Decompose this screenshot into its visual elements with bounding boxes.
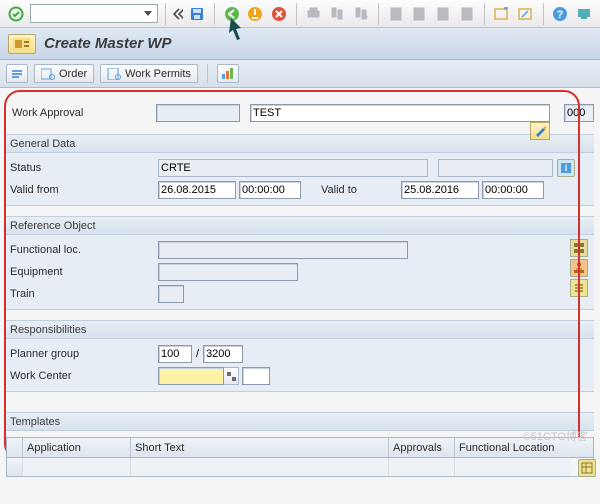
hierarchy-icon[interactable] (570, 259, 588, 277)
section-reference-object: Reference Object Functional loc. Equipme… (6, 216, 594, 310)
valid-from-label: Valid from (6, 184, 158, 196)
annotation-arrow (228, 15, 256, 43)
cancel-ball-icon[interactable] (269, 4, 289, 24)
col-application[interactable]: Application (23, 438, 131, 457)
train-field[interactable] (158, 285, 184, 303)
templates-table: Application Short Text Approvals Functio… (6, 437, 594, 477)
list-icon[interactable] (570, 279, 588, 297)
last-page-icon (457, 4, 477, 24)
order-label: Order (59, 68, 87, 80)
new-session-icon[interactable] (492, 4, 512, 24)
structure-icon[interactable] (570, 239, 588, 257)
planner-group-label: Planner group (6, 348, 158, 360)
application-toolbar: Order Work Permits (0, 60, 600, 88)
form-area: Work Approval TEST 000 General Data Stat… (0, 88, 600, 502)
responsibilities-title: Responsibilities (6, 320, 594, 339)
valid-from-time-field[interactable]: 00:00:00 (239, 181, 301, 199)
reference-object-title: Reference Object (6, 216, 594, 235)
page-title-bar: Create Master WP (0, 28, 600, 60)
status-field: CRTE (158, 159, 428, 177)
valid-from-date-field[interactable]: 26.08.2015 (158, 181, 236, 199)
valid-to-label: Valid to (301, 184, 401, 196)
section-general-data: General Data Status CRTE i Valid from 26… (6, 134, 594, 206)
shortcut-icon[interactable] (516, 4, 536, 24)
f4-help-button[interactable] (224, 367, 239, 385)
plant-field[interactable]: 3200 (203, 345, 243, 363)
first-page-icon (386, 4, 406, 24)
table-row[interactable] (7, 458, 593, 476)
work-center-plant-field[interactable] (242, 367, 270, 385)
status-info-button[interactable]: i (557, 159, 575, 177)
back-collapse-icon[interactable] (173, 8, 183, 20)
func-loc-field[interactable] (158, 241, 408, 259)
section-responsibilities: Responsibilities Planner group 100 / 320… (6, 320, 594, 392)
work-permits-label: Work Permits (125, 68, 191, 80)
page-title: Create Master WP (44, 35, 172, 52)
layout-icon[interactable] (574, 4, 594, 24)
system-toolbar: ? (0, 0, 600, 28)
find-icon (328, 4, 348, 24)
work-approval-seq-field[interactable]: 000 (564, 104, 594, 122)
save-icon[interactable] (187, 4, 207, 24)
svg-text:?: ? (557, 9, 564, 21)
enter-icon[interactable] (6, 4, 26, 24)
svg-text:i: i (565, 163, 568, 173)
train-label: Train (6, 288, 158, 300)
planner-group-field[interactable]: 100 (158, 345, 192, 363)
general-data-title: General Data (6, 134, 594, 153)
work-approval-label: Work Approval (8, 107, 156, 119)
status-ext-field (438, 159, 553, 177)
table-header: Application Short Text Approvals Functio… (7, 438, 593, 458)
equipment-label: Equipment (6, 266, 158, 278)
planner-sep: / (192, 348, 203, 360)
work-approval-row: Work Approval TEST 000 (8, 102, 594, 124)
next-page-icon (434, 4, 454, 24)
work-approval-desc-field[interactable]: TEST (250, 104, 550, 122)
work-permits-button[interactable]: Work Permits (100, 64, 198, 83)
object-picture-button[interactable] (8, 34, 36, 54)
col-short-text[interactable]: Short Text (131, 438, 389, 457)
work-approval-id-field[interactable] (156, 104, 240, 122)
prev-page-icon (410, 4, 430, 24)
func-loc-label: Functional loc. (6, 244, 158, 256)
work-center-field[interactable] (158, 367, 224, 385)
order-icon (41, 68, 55, 80)
status-label: Status (6, 162, 158, 174)
section-templates: Templates Application Short Text Approva… (6, 412, 594, 477)
templates-title: Templates (6, 412, 594, 431)
chevron-down-icon[interactable] (142, 8, 154, 20)
order-button[interactable]: Order (34, 64, 94, 83)
check-button[interactable] (6, 64, 28, 83)
print-icon (304, 4, 324, 24)
table-settings-button[interactable] (578, 459, 596, 477)
valid-to-date-field[interactable]: 25.08.2016 (401, 181, 479, 199)
command-field[interactable] (30, 4, 158, 23)
equipment-field[interactable] (158, 263, 298, 281)
row-select-header[interactable] (7, 438, 23, 457)
watermark: ©51CTO博客 (523, 428, 588, 444)
chart-button[interactable] (217, 64, 239, 83)
help-icon[interactable]: ? (551, 4, 571, 24)
find-next-icon (351, 4, 371, 24)
edit-longtext-button[interactable] (530, 122, 550, 140)
clipboard-icon (107, 68, 121, 80)
col-approvals[interactable]: Approvals (389, 438, 455, 457)
valid-to-time-field[interactable]: 00:00:00 (482, 181, 544, 199)
work-center-label: Work Center (6, 370, 158, 382)
